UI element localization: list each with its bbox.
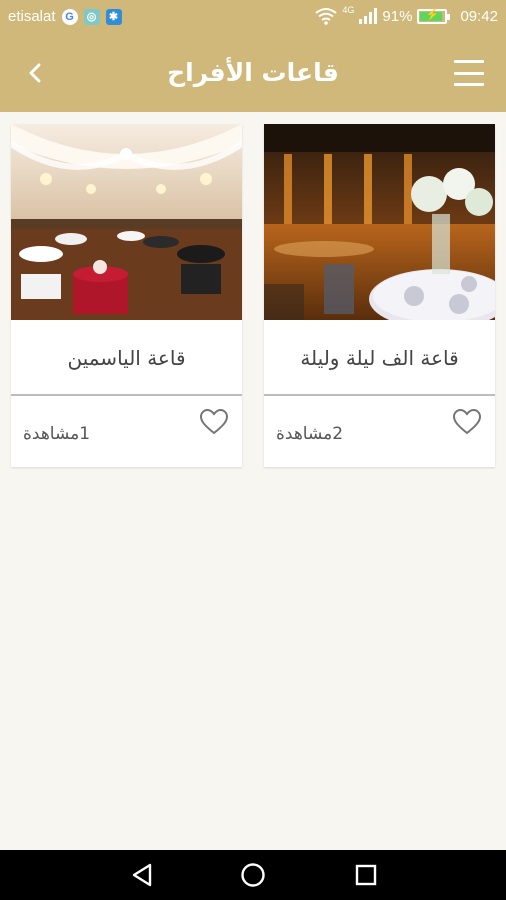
hall-card[interactable]: قاعة الف ليلة وليلة 2مشاهدة bbox=[264, 124, 495, 467]
network-type: 4G bbox=[342, 5, 355, 15]
favorite-button[interactable] bbox=[452, 408, 483, 437]
menu-button[interactable] bbox=[454, 60, 484, 86]
clock: 09:42 bbox=[460, 7, 498, 25]
recents-square-icon bbox=[355, 864, 377, 886]
battery-percent: 91% bbox=[382, 7, 413, 25]
heart-outline-icon bbox=[199, 408, 229, 435]
app-bar: قاعات الأفراح bbox=[0, 36, 506, 112]
hall-name: قاعة الياسمين bbox=[67, 346, 186, 370]
status-right: 4G 91% ⚡ 09:42 bbox=[315, 5, 498, 25]
carrier-name: etisalat bbox=[8, 8, 56, 25]
signal-icon bbox=[359, 8, 378, 24]
nav-home-button[interactable] bbox=[239, 862, 267, 888]
card-divider bbox=[264, 394, 495, 396]
app-notification-icon: ✱ bbox=[105, 8, 122, 25]
hamburger-menu-icon bbox=[454, 60, 484, 63]
home-circle-icon bbox=[241, 863, 265, 887]
status-bar: etisalat G ◎ ✱ 4G 91% ⚡ 09:42 bbox=[0, 0, 506, 36]
page-title: قاعات الأفراح bbox=[167, 58, 339, 87]
nav-back-button[interactable] bbox=[128, 862, 156, 888]
views-count: 1مشاهدة bbox=[23, 424, 91, 444]
nav-recents-button[interactable] bbox=[352, 862, 380, 888]
app-notification-icon: ◎ bbox=[83, 8, 100, 25]
hall-photo bbox=[11, 124, 242, 320]
wifi-icon bbox=[315, 8, 338, 25]
status-left: etisalat G ◎ ✱ bbox=[8, 8, 122, 25]
back-triangle-icon bbox=[132, 863, 152, 887]
hall-name: قاعة الف ليلة وليلة bbox=[300, 346, 459, 370]
google-icon: G bbox=[61, 8, 78, 25]
system-nav-bar bbox=[0, 850, 506, 900]
views-count: 2مشاهدة bbox=[276, 424, 344, 444]
heart-outline-icon bbox=[452, 408, 482, 435]
favorite-button[interactable] bbox=[199, 408, 230, 437]
hall-card[interactable]: قاعة الياسمين 1مشاهدة bbox=[11, 124, 242, 467]
hall-photo bbox=[264, 124, 495, 320]
battery-icon: ⚡ bbox=[417, 8, 451, 24]
card-divider bbox=[11, 394, 242, 396]
